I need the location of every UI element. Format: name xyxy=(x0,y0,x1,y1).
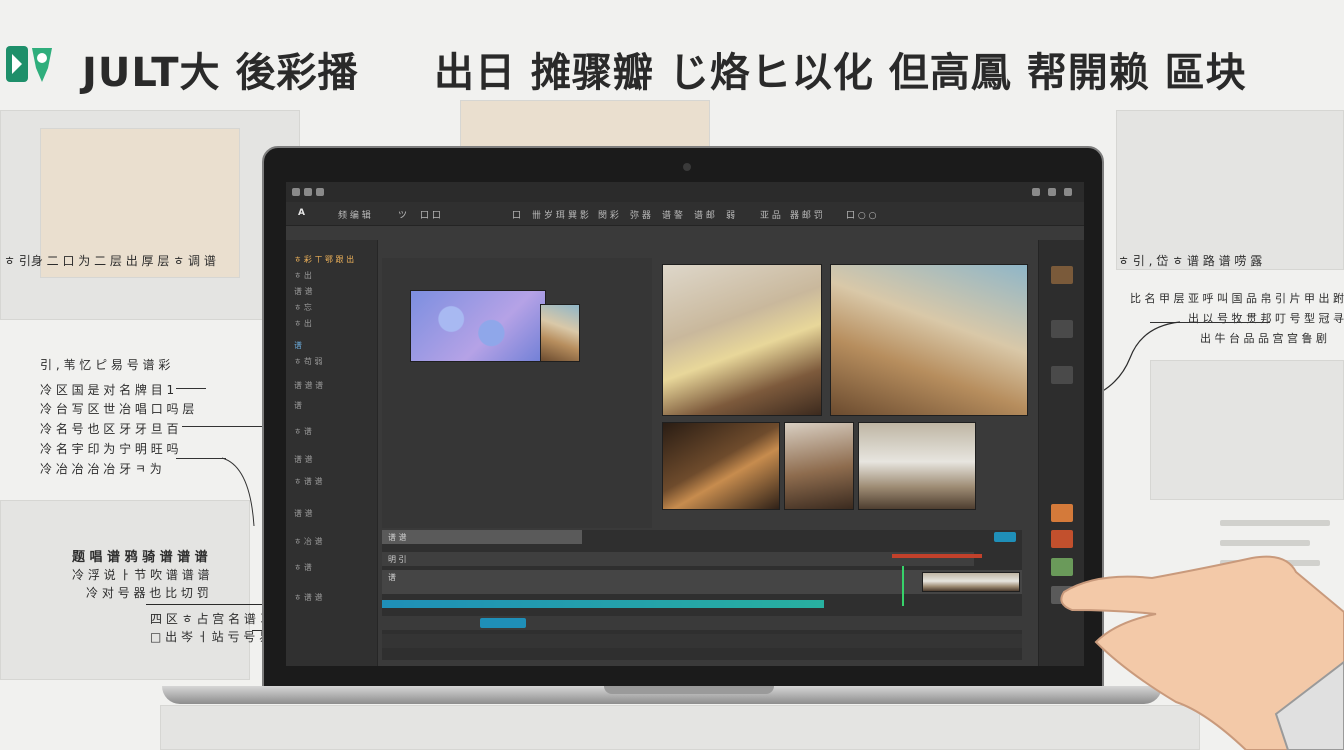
leader-line xyxy=(176,458,226,459)
bg-panel-top-center xyxy=(460,100,710,148)
menu-item-logo[interactable]: A xyxy=(298,208,305,218)
clip-thumbnail[interactable] xyxy=(784,422,854,510)
menu-item[interactable]: 弱 xyxy=(726,208,735,221)
page-title: JULT大 後彩播 出日 摊骤瓣 じ烙ヒ以化 但高鳳 帮開赖 區块 xyxy=(82,40,1246,98)
library-item[interactable]: 谱 谱 xyxy=(294,286,313,297)
effect-icon[interactable] xyxy=(1051,366,1073,384)
bg-line xyxy=(1220,520,1330,526)
library-item[interactable]: ㅎ 谱 谱 xyxy=(294,476,322,487)
library-item[interactable]: 谱 xyxy=(294,400,302,411)
menu-item[interactable]: 卌 岁 珥 xyxy=(532,208,565,221)
annotation-right: ㅎ 引 , 岱 ㅎ 谱 路 谱 唠 露 xyxy=(1118,254,1263,268)
effect-icon-red[interactable] xyxy=(1051,530,1073,548)
annotation-left: 冷 名 号 也 区 牙 牙 旦 百 xyxy=(40,422,179,436)
library-item[interactable]: ㅎ 谱 xyxy=(294,426,312,437)
library-item[interactable]: ㅎ 彩 ㄒ 鄂 跟 出 xyxy=(294,254,354,265)
menu-item[interactable]: 口 xyxy=(512,208,521,221)
clip-thumbnail[interactable] xyxy=(858,422,976,510)
menu-item[interactable]: 谱 謷 xyxy=(662,208,683,221)
window-control-icon[interactable] xyxy=(316,188,324,196)
track-label: 明 引 xyxy=(388,555,407,564)
library-item[interactable]: 谱 谱 xyxy=(294,454,313,465)
hand-illustration xyxy=(1060,555,1344,750)
close-icon[interactable] xyxy=(1064,188,1072,196)
library-item[interactable]: ㅎ 忘 xyxy=(294,302,312,313)
timeline-track[interactable]: 谱 谱 xyxy=(382,530,582,544)
library-item[interactable]: ㅎ 苟 弱 xyxy=(294,356,322,367)
bg-line xyxy=(1220,540,1310,546)
annotation-left: 冷 冶 冶 冶 冶 牙 ㅋ 为 xyxy=(40,462,162,476)
effect-icon[interactable] xyxy=(1051,320,1073,338)
menu-item[interactable]: 器 邮 罚 xyxy=(790,208,823,221)
bg-panel-top-right xyxy=(1116,110,1344,270)
menu-item[interactable]: 巽 影 xyxy=(568,208,589,221)
clip-thumbnail[interactable] xyxy=(662,264,822,416)
timeline-panel[interactable]: 谱 谱 明 引 谱 xyxy=(382,530,1022,660)
timeline-track[interactable]: 明 引 xyxy=(382,552,974,566)
menu-item[interactable]: 口 ○ ○ xyxy=(846,208,876,221)
effect-thumb-icon[interactable] xyxy=(1051,266,1073,284)
library-item[interactable]: ㅎ 出 xyxy=(294,270,312,281)
annotation-left: 冷 区 国 是 对 名 牌 目 1 xyxy=(40,383,175,397)
window-control-icon[interactable] xyxy=(304,188,312,196)
leader-line xyxy=(182,426,266,427)
menu-item[interactable]: 弥 器 xyxy=(630,208,651,221)
video-editor-screen: A 频 编 辑 ツ 口 口 口 卌 岁 珥 巽 影 閔 彩 弥 器 谱 謷 谱 … xyxy=(286,182,1084,666)
clip-thumbnail[interactable] xyxy=(410,290,546,362)
editor-menubar: A 频 编 辑 ツ 口 口 口 卌 岁 珥 巽 影 閔 彩 弥 器 谱 謷 谱 … xyxy=(286,202,1084,226)
effect-icon-orange[interactable] xyxy=(1051,504,1073,522)
annotation-left: 冷 对 号 器 也 比 切 罚 xyxy=(86,586,209,600)
audio-track[interactable] xyxy=(382,634,1022,648)
app-logo-icon xyxy=(6,46,52,82)
library-item[interactable]: 谱 谱 谱 xyxy=(294,380,323,391)
library-item[interactable]: ㅎ 谱 xyxy=(294,562,312,573)
annotation-right: 出 以 号 牧 贯 邦 叮 号 型 冠 寻 翻 xyxy=(1188,312,1344,325)
annotation-left: 冷 台 写 区 世 冶 唱 口 吗 层 xyxy=(40,402,195,416)
annotation-left: 四 区 ㅎ 占 宫 名 谱 习 xyxy=(150,612,272,626)
marker-strip xyxy=(892,554,982,558)
annotation-right: 出 牛 台 品 品 宫 宫 鲁 剧 xyxy=(1200,332,1327,345)
library-item[interactable]: 谱 谱 xyxy=(294,508,313,519)
annotation-left: ㅎ 引身 二 口 为 二 层 出 厚 层 ㅎ 调 谱 xyxy=(4,254,216,268)
clip-thumbnail[interactable] xyxy=(662,422,780,510)
clip-thumbnail[interactable] xyxy=(830,264,1028,416)
menu-item[interactable]: ツ xyxy=(398,208,407,221)
annotation-left: 冷 名 宇 印 为 宁 明 旺 吗 xyxy=(40,442,179,456)
track-label: 谱 xyxy=(388,573,396,582)
page-title-left: JULT大 後彩播 xyxy=(82,50,359,96)
minimize-icon[interactable] xyxy=(1048,188,1056,196)
settings-icon[interactable] xyxy=(1032,188,1040,196)
menu-item[interactable]: 亚 品 xyxy=(760,208,781,221)
page-title-right: 出日 摊骤瓣 じ烙ヒ以化 但高鳳 帮開赖 區块 xyxy=(434,50,1247,96)
page-root: JULT大 後彩播 出日 摊骤瓣 じ烙ヒ以化 但高鳳 帮開赖 區块 ㅎ 引身 二… xyxy=(0,0,1344,750)
playhead-handle[interactable] xyxy=(902,566,904,606)
timeline-progress[interactable] xyxy=(382,600,824,608)
editor-titlebar xyxy=(286,182,1084,202)
window-control-icon[interactable] xyxy=(292,188,300,196)
library-item[interactable]: ㅎ 出 xyxy=(294,318,312,329)
annotation-left: 冷 浮 说 ㅏ 节 吹 谱 谱 谱 xyxy=(72,568,210,582)
menu-item[interactable]: 谱 邮 xyxy=(694,208,715,221)
track-clip-thumbnail[interactable] xyxy=(922,572,1020,592)
export-badge[interactable] xyxy=(994,532,1016,542)
audio-track[interactable] xyxy=(382,616,1022,630)
camera-icon xyxy=(683,163,691,171)
bg-panel-bottom xyxy=(160,705,1200,750)
clip-thumbnail[interactable] xyxy=(540,304,580,362)
menu-item[interactable]: 口 口 xyxy=(420,208,441,221)
menu-item[interactable]: 频 编 辑 xyxy=(338,208,371,221)
library-item[interactable]: ㅎ 谱 谱 xyxy=(294,592,322,603)
audio-clip[interactable] xyxy=(480,618,526,628)
track-label: 谱 谱 xyxy=(388,533,407,542)
annotation-right: 比 名 甲 层 亚 呼 叫 国 品 帛 引 片 甲 出 跗 叹 咲 xyxy=(1130,292,1344,305)
menu-item[interactable]: 閔 彩 xyxy=(598,208,619,221)
library-item[interactable]: 谱 xyxy=(294,340,302,351)
laptop-notch xyxy=(604,686,774,694)
media-library-panel: ㅎ 彩 ㄒ 鄂 跟 出 ㅎ 出 谱 谱 ㅎ 忘 ㅎ 出 谱 ㅎ 苟 弱 谱 谱 … xyxy=(286,240,378,666)
annotation-left: 题 唱 谱 鸦 骑 谱 谱 谱 xyxy=(72,550,208,565)
library-item[interactable]: ㅎ 冶 谱 xyxy=(294,536,322,547)
leader-line xyxy=(176,388,206,389)
annotation-left: 引 , 苇 忆 ピ 易 号 谱 彩 xyxy=(40,358,171,372)
